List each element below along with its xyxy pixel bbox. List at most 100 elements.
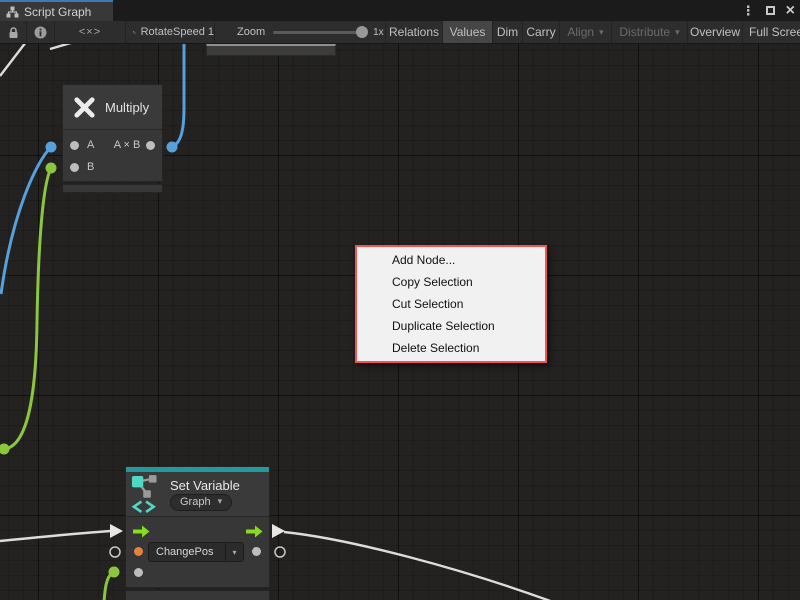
- set-variable-titles: Set Variable Graph ▾: [170, 478, 240, 511]
- variable-scope-label: Graph: [180, 496, 211, 508]
- wire-blue-output: [172, 44, 184, 147]
- menu-item-add-node[interactable]: Add Node...: [357, 249, 545, 271]
- tab-script-graph[interactable]: Script Graph: [0, 0, 113, 21]
- wire-endpoint-blue: [167, 142, 178, 153]
- input-port-b[interactable]: [70, 163, 79, 172]
- toolbar-button-overview[interactable]: Overview: [688, 21, 743, 43]
- info-icon: [34, 26, 47, 39]
- wire-green-bottom: [104, 573, 112, 600]
- output-port-result[interactable]: [146, 141, 155, 150]
- overview-label: Overview: [690, 25, 740, 39]
- port-row-a: A A × B: [63, 135, 162, 157]
- chevron-down-icon: ▾: [675, 27, 680, 38]
- multiply-node-footer: [62, 184, 163, 193]
- variable-name-port[interactable]: [134, 547, 143, 556]
- set-variable-icon: [131, 474, 165, 514]
- menu-item-cut-selection[interactable]: Cut Selection: [357, 293, 545, 315]
- flow-input-port[interactable]: [133, 525, 150, 538]
- output-value-port[interactable]: [252, 547, 261, 556]
- flow-wire-arrow: [272, 524, 285, 538]
- fullscreen-label: Full Screen: [749, 25, 800, 39]
- toolbar-button-values[interactable]: Values: [443, 21, 493, 43]
- set-variable-title: Set Variable: [170, 478, 240, 493]
- dim-label: Dim: [497, 25, 518, 39]
- variable-scope-dropdown[interactable]: Graph ▾: [170, 494, 232, 511]
- input-port-a[interactable]: [70, 141, 79, 150]
- set-variable-footer: [125, 590, 270, 600]
- node-multiply[interactable]: Multiply A A × B B: [62, 84, 163, 182]
- toolbar-button-fullscreen[interactable]: Full Screen: [743, 21, 800, 43]
- lock-icon: [7, 26, 20, 39]
- toolbar-button-align[interactable]: Align ▾: [560, 21, 612, 43]
- wire-white-top-stub: [50, 44, 74, 49]
- wire-white-flow-in: [0, 531, 111, 541]
- unity-visual-scripting-window: Script Graph ⋮ × <×>: [0, 0, 800, 600]
- chevron-down-icon: ▾: [232, 548, 236, 557]
- toolbar-button-relations[interactable]: Relations: [386, 21, 443, 43]
- code-preview-button[interactable]: <×>: [55, 21, 126, 43]
- variable-name-value: ChangePos: [149, 543, 225, 561]
- script-graph-icon: [133, 26, 136, 39]
- lock-button[interactable]: [0, 21, 27, 43]
- node-fragment-top[interactable]: [206, 44, 336, 56]
- context-menu: Add Node... Copy Selection Cut Selection…: [355, 245, 547, 363]
- window-controls: ⋮ ×: [742, 0, 795, 21]
- close-icon[interactable]: ×: [786, 3, 795, 19]
- node-set-variable[interactable]: Set Variable Graph ▾ Ch: [125, 466, 270, 588]
- toolbar-button-dim[interactable]: Dim: [493, 21, 523, 43]
- port-b-label: B: [87, 161, 94, 173]
- multiply-node-header[interactable]: Multiply: [63, 85, 162, 130]
- zoom-slider-handle[interactable]: [356, 26, 368, 38]
- toolbar-button-carry[interactable]: Carry: [523, 21, 560, 43]
- graph-tab-icon: [6, 6, 19, 18]
- distribute-label: Distribute: [619, 25, 670, 39]
- wire-white-flow-out: [284, 532, 553, 600]
- align-label: Align: [567, 25, 594, 39]
- zoom-label: Zoom: [237, 26, 265, 38]
- port-circle-empty[interactable]: [110, 547, 120, 557]
- port-circle-empty[interactable]: [275, 547, 285, 557]
- menu-item-delete-selection[interactable]: Delete Selection: [357, 337, 545, 359]
- zoom-slider[interactable]: [273, 31, 365, 34]
- maximize-icon[interactable]: [766, 6, 775, 15]
- chevron-down-icon: ▾: [218, 496, 223, 507]
- multiply-icon: [72, 95, 97, 120]
- kebab-menu-icon[interactable]: ⋮: [742, 4, 755, 17]
- variable-dropdown-button[interactable]: ▾: [225, 543, 243, 561]
- carry-label: Carry: [526, 25, 555, 39]
- wire-blue-input: [1, 147, 51, 294]
- menu-item-copy-selection[interactable]: Copy Selection: [357, 271, 545, 293]
- zoom-control: Zoom 1x: [215, 21, 386, 43]
- values-label: Values: [450, 25, 486, 39]
- port-a-label: A: [87, 139, 94, 151]
- graph-canvas[interactable]: Multiply A A × B B: [0, 44, 800, 600]
- multiply-node-body: A A × B B: [63, 130, 162, 181]
- wire-endpoint-green: [109, 567, 120, 578]
- wire-green-left: [5, 168, 51, 449]
- variable-name-dropdown[interactable]: ChangePos ▾: [148, 542, 244, 562]
- relations-label: Relations: [389, 25, 439, 39]
- code-icon: <×>: [79, 26, 101, 38]
- graph-toolbar: <×> RotateSpeed 1 Zoom 1x Relations Valu…: [0, 21, 800, 44]
- set-variable-header[interactable]: Set Variable Graph ▾: [126, 472, 269, 517]
- tab-title: Script Graph: [24, 5, 91, 19]
- multiply-node-title: Multiply: [105, 100, 149, 115]
- port-result-label: A × B: [103, 139, 151, 151]
- wire-endpoint-blue: [46, 142, 57, 153]
- input-value-port[interactable]: [134, 568, 143, 577]
- toolbar-button-distribute[interactable]: Distribute ▾: [612, 21, 688, 43]
- wire-endpoint-green: [0, 444, 10, 455]
- zoom-value: 1x: [373, 27, 384, 38]
- wire-white-topleft: [0, 44, 26, 76]
- tab-bar: Script Graph ⋮ ×: [0, 0, 800, 21]
- chevron-down-icon: ▾: [599, 27, 604, 38]
- flow-output-port[interactable]: [246, 525, 263, 538]
- graph-owner-label: RotateSpeed 1: [141, 26, 214, 38]
- set-variable-body: ChangePos ▾: [126, 517, 269, 587]
- port-row-b: B: [63, 157, 162, 179]
- graph-owner-button[interactable]: RotateSpeed 1: [126, 21, 215, 43]
- menu-item-duplicate-selection[interactable]: Duplicate Selection: [357, 315, 545, 337]
- info-button[interactable]: [27, 21, 55, 43]
- wire-endpoint-green: [46, 163, 57, 174]
- flow-wire-arrow: [110, 524, 123, 538]
